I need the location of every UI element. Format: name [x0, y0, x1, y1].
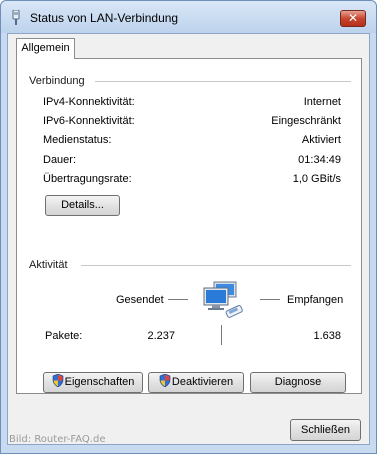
packets-sent-value: 2.237	[147, 330, 175, 342]
duration-label: Dauer:	[43, 154, 77, 166]
dialog-client-area: Allgemein Verbindung IPv4-Konnektivität:…	[7, 33, 370, 445]
window-title: Status von LAN-Verbindung	[30, 11, 179, 25]
properties-button[interactable]: Eigenschaften	[43, 372, 143, 393]
media-status-value: Aktiviert	[301, 134, 341, 146]
received-connector-line	[260, 299, 280, 300]
diagnose-button[interactable]: Diagnose	[250, 372, 346, 393]
deactivate-button-label: Deaktivieren	[171, 376, 234, 388]
activity-group-divider	[81, 265, 351, 266]
image-source-watermark: Bild: Router-FAQ.de	[9, 434, 106, 445]
status-dialog-window: Status von LAN-Verbindung ✕ Allgemein Ve…	[0, 0, 377, 454]
ipv6-label: IPv6-Konnektivität:	[43, 115, 135, 127]
title-bar[interactable]: Status von LAN-Verbindung ✕	[1, 1, 376, 33]
uac-shield-icon	[159, 374, 171, 387]
packets-received-value: 1.638	[313, 330, 341, 342]
network-computer-icon	[203, 281, 243, 318]
received-label: Empfangen	[287, 294, 344, 306]
duration-value: 01:34:49	[298, 154, 341, 166]
ipv4-value: Internet	[303, 96, 341, 108]
media-status-label: Medienstatus:	[43, 134, 112, 146]
close-window-button[interactable]: ✕	[340, 10, 366, 27]
tab-allgemein[interactable]: Allgemein	[16, 38, 75, 59]
packets-divider	[221, 325, 222, 345]
activity-group-title: Aktivität	[29, 259, 68, 271]
uac-shield-icon	[52, 374, 63, 387]
ipv4-label: IPv4-Konnektivität:	[43, 96, 135, 108]
sent-label: Gesendet	[116, 294, 164, 306]
connection-group-title: Verbindung	[29, 75, 85, 87]
tab-panel-general: Verbindung IPv4-Konnektivität: Internet …	[16, 58, 362, 394]
properties-button-label: Eigenschaften	[64, 376, 135, 388]
deactivate-button[interactable]: Deaktivieren	[148, 372, 244, 393]
packets-label: Pakete:	[45, 330, 83, 342]
network-cable-icon	[12, 10, 20, 25]
ipv6-value: Eingeschränkt	[271, 115, 341, 127]
transfer-rate-value: 1,0 GBit/s	[292, 173, 341, 185]
sent-connector-line	[168, 299, 188, 300]
transfer-rate-label: Übertragungsrate:	[43, 173, 132, 185]
details-button[interactable]: Details...	[45, 195, 120, 216]
connection-group-divider	[95, 81, 351, 82]
close-dialog-button[interactable]: Schließen	[290, 419, 361, 441]
